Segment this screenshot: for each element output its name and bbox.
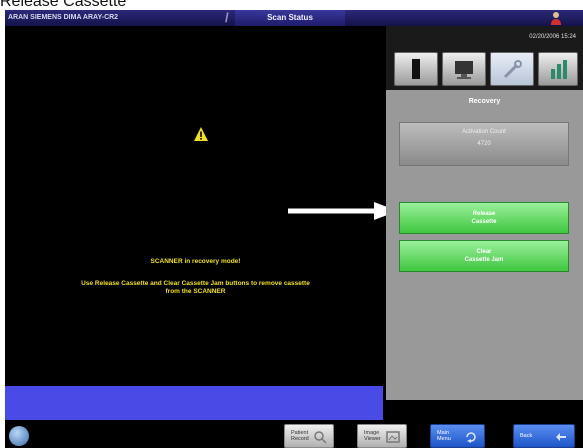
activation-count-label: Activation Count (462, 129, 506, 135)
activation-count-box: Activation Count 4720 (399, 122, 569, 166)
scanner-icon (412, 59, 420, 79)
tab-scanner[interactable] (394, 52, 438, 86)
patient-record-label-2: Record (291, 436, 309, 442)
back-label: Back (520, 433, 533, 439)
clear-cassette-jam-label-2: Cassette Jam (464, 257, 504, 263)
recovery-mode-message: SCANNER in recovery mode! (150, 258, 241, 265)
main-menu-button[interactable]: Main Menu (430, 424, 485, 448)
image-viewer-button[interactable]: Image Viewer (357, 424, 407, 448)
tab-tools[interactable] (490, 52, 534, 86)
magnifier-icon (314, 431, 327, 444)
device-label: ARAN SIEMENS DIMA ARAY-CR2 (8, 14, 119, 21)
release-cassette-label-2: Cassette (471, 219, 497, 225)
user-icon[interactable] (550, 11, 562, 25)
status-bar (5, 386, 383, 420)
warning-icon (194, 127, 208, 141)
clear-cassette-jam-button[interactable]: Clear Cassette Jam (399, 240, 569, 272)
instruction-line-2: from the SCANNER (165, 288, 226, 295)
release-cassette-label-1: Release (472, 211, 496, 217)
clear-cassette-jam-label-1: Clear (476, 249, 492, 255)
timestamp: 02/20/2006 15:24 (529, 34, 576, 40)
recovery-title: Recovery (468, 98, 501, 105)
back-button[interactable]: Back (513, 424, 575, 448)
wrench-icon (503, 60, 522, 79)
release-cassette-button[interactable]: Release Cassette (399, 202, 569, 234)
bottom-toolbar: Patient Record Image Viewer Main Menu Ba… (5, 420, 583, 448)
instruction-line-1: Use Release Cassette and Clear Cassette … (81, 280, 310, 287)
tab-monitor[interactable] (442, 52, 486, 86)
image-icon (386, 431, 400, 443)
recovery-panel: Recovery Activation Count 4720 Release C… (386, 90, 583, 400)
activation-count-value: 4720 (477, 141, 491, 147)
pointer-arrow (288, 202, 398, 220)
main-menu-label-2: Menu (437, 436, 451, 442)
screen-title: Scan Status (235, 10, 345, 26)
title-bar: ARAN SIEMENS DIMA ARAY-CR2 / Scan Status (5, 10, 583, 26)
image-viewer-label-2: Viewer (364, 436, 381, 442)
patient-record-button[interactable]: Patient Record (284, 424, 334, 448)
right-panel: 02/20/2006 15:24 Recovery Activation Cou… (386, 26, 583, 400)
tab-chart[interactable] (538, 52, 578, 86)
refresh-icon (466, 432, 476, 443)
home-icon[interactable] (9, 426, 29, 446)
chart-icon (551, 60, 567, 79)
figure-caption: Release Cassette (0, 0, 127, 10)
scanner-screen: ARAN SIEMENS DIMA ARAY-CR2 / Scan Status… (5, 10, 583, 448)
monitor-icon (455, 61, 473, 79)
back-arrow-icon (556, 433, 566, 441)
